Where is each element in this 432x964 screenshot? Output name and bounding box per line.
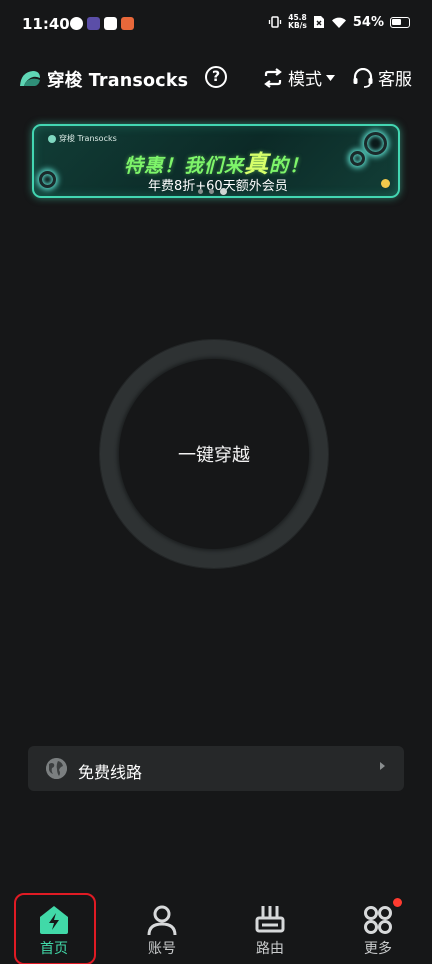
status-bar: 11:40 45.8 KB/s 54% bbox=[0, 0, 432, 48]
wifi-icon bbox=[331, 17, 346, 28]
transocks-logo-icon bbox=[20, 71, 40, 86]
swap-icon bbox=[264, 67, 282, 88]
route-label: 免费线路 bbox=[78, 763, 143, 782]
banner-logo-icon bbox=[48, 134, 56, 143]
help-button[interactable]: ? bbox=[205, 66, 227, 88]
user-icon bbox=[147, 905, 177, 936]
pagination-dot[interactable] bbox=[209, 189, 214, 194]
banner-brand: 穿梭 Transocks bbox=[48, 133, 117, 144]
pagination-dot-active[interactable] bbox=[220, 188, 227, 195]
nav-label: 路由 bbox=[256, 941, 284, 957]
nav-label: 更多 bbox=[364, 941, 392, 957]
mail-notif-icon bbox=[104, 17, 117, 30]
battery-percentage: 54% bbox=[352, 14, 384, 30]
net-speed: 45.8 KB/s bbox=[288, 14, 307, 30]
service-label: 客服 bbox=[378, 70, 412, 90]
no-sim-icon bbox=[313, 16, 324, 28]
chevron-down-icon bbox=[326, 74, 335, 81]
highlight-box bbox=[14, 893, 96, 964]
system-icons: 45.8 KB/s 54% bbox=[268, 14, 410, 30]
help-icon: ? bbox=[211, 69, 221, 85]
connect-label: 一键穿越 bbox=[178, 445, 250, 466]
promo-banner[interactable]: 穿梭 Transocks 特惠！我们来真的！ 年费8折+60天额外会员 bbox=[32, 124, 400, 198]
mode-button[interactable]: 模式 bbox=[262, 65, 335, 90]
customer-service-button[interactable]: 客服 bbox=[352, 65, 412, 90]
app-title: 穿梭 Transocks bbox=[47, 71, 189, 91]
connect-button[interactable]: 一键穿越 bbox=[119, 359, 309, 549]
app-notif-icon bbox=[70, 17, 83, 30]
notification-icons bbox=[70, 17, 134, 30]
globe-icon bbox=[46, 758, 67, 779]
chevron-right-icon bbox=[380, 762, 385, 770]
banner-headline-part2: 的！ bbox=[269, 155, 310, 177]
banner-arrow-icon bbox=[381, 179, 390, 188]
banner-headline-part1: 特惠！我们来 bbox=[124, 155, 245, 177]
vibrate-icon bbox=[268, 16, 282, 28]
banner-brand-text: 穿梭 Transocks bbox=[59, 134, 117, 143]
app-screen: 11:40 45.8 KB/s 54% 穿梭 Transocks ? 模式 客服… bbox=[0, 0, 432, 964]
shop-notif-icon bbox=[121, 17, 134, 30]
banner-ring-icon bbox=[364, 132, 387, 155]
notification-badge bbox=[393, 898, 402, 907]
nav-label: 账号 bbox=[148, 941, 176, 957]
banner-ring-icon bbox=[39, 171, 56, 188]
mode-label: 模式 bbox=[288, 70, 322, 90]
battery-icon bbox=[390, 16, 410, 28]
video-notif-icon bbox=[87, 17, 100, 30]
nav-item-more[interactable]: 更多 bbox=[324, 890, 432, 964]
grid-dots-icon bbox=[364, 906, 392, 934]
banner-headline-big: 真 bbox=[244, 150, 270, 178]
route-selector[interactable]: 免费线路 bbox=[28, 746, 404, 791]
app-header: 穿梭 Transocks ? 模式 客服 bbox=[0, 60, 432, 96]
pagination-dot[interactable] bbox=[198, 189, 203, 194]
headset-icon bbox=[353, 67, 373, 88]
nav-item-router[interactable]: 路由 bbox=[216, 890, 324, 964]
banner-pagination bbox=[198, 188, 227, 195]
status-time: 11:40 bbox=[22, 15, 70, 33]
banner-ring-icon bbox=[350, 151, 365, 166]
banner-headline: 特惠！我们来真的！ bbox=[124, 144, 309, 179]
router-icon bbox=[255, 906, 285, 933]
net-speed-unit: KB/s bbox=[288, 21, 307, 30]
nav-item-account[interactable]: 账号 bbox=[108, 890, 216, 964]
